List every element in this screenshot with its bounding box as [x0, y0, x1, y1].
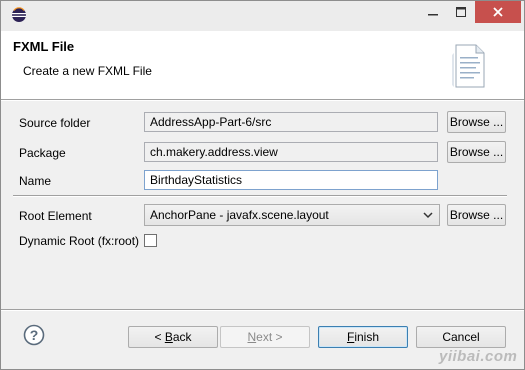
wizard-dialog: FXML File Create a new FXML File Source … [0, 0, 525, 370]
form-divider [13, 195, 507, 197]
back-button[interactable]: < Back [128, 326, 218, 348]
back-prefix: < [154, 330, 165, 344]
footer-divider [1, 309, 524, 311]
eclipse-icon [12, 7, 26, 22]
dynamic-root-label: Dynamic Root (fx:root) [19, 234, 140, 248]
finish-button[interactable]: Finish [318, 326, 408, 348]
name-field[interactable]: BirthdayStatistics [144, 170, 438, 190]
minimize-icon [428, 14, 438, 16]
root-element-label: Root Element [19, 209, 92, 223]
page-title: FXML File [13, 39, 75, 54]
close-icon [493, 7, 503, 17]
maximize-icon [456, 7, 466, 17]
maximize-button[interactable] [447, 1, 475, 23]
next-rest: ext > [256, 330, 283, 344]
close-button[interactable] [475, 1, 521, 23]
svg-text:?: ? [30, 327, 39, 343]
browse-root-element-button[interactable]: Browse ... [447, 204, 506, 226]
wizard-header: FXML File Create a new FXML File [1, 31, 524, 99]
source-folder-label: Source folder [19, 116, 91, 130]
root-element-value: AnchorPane - javafx.scene.layout [150, 208, 329, 222]
cancel-button[interactable]: Cancel [416, 326, 506, 348]
header-divider [1, 99, 524, 101]
root-element-select[interactable]: AnchorPane - javafx.scene.layout [144, 204, 440, 226]
name-label: Name [19, 174, 52, 188]
package-label: Package [19, 146, 66, 160]
help-icon[interactable]: ? [23, 324, 45, 346]
back-rest: ack [172, 330, 192, 344]
minimize-button[interactable] [419, 1, 447, 23]
page-description: Create a new FXML File [23, 64, 152, 78]
source-folder-field[interactable]: AddressApp-Part-6/src [144, 112, 438, 132]
back-mnemonic: B [164, 330, 173, 344]
dynamic-root-checkbox[interactable] [144, 234, 157, 247]
browse-source-folder-button[interactable]: Browse ... [447, 111, 506, 133]
finish-rest: inish [354, 330, 380, 344]
browse-package-button[interactable]: Browse ... [447, 141, 506, 163]
next-button[interactable]: Next > [220, 326, 310, 348]
next-mnemonic: N [247, 330, 257, 344]
chevron-down-icon [423, 212, 433, 219]
watermark: yiibai.com [439, 348, 518, 365]
package-field[interactable]: ch.makery.address.view [144, 142, 438, 162]
title-bar [1, 1, 524, 31]
document-icon [452, 44, 485, 88]
